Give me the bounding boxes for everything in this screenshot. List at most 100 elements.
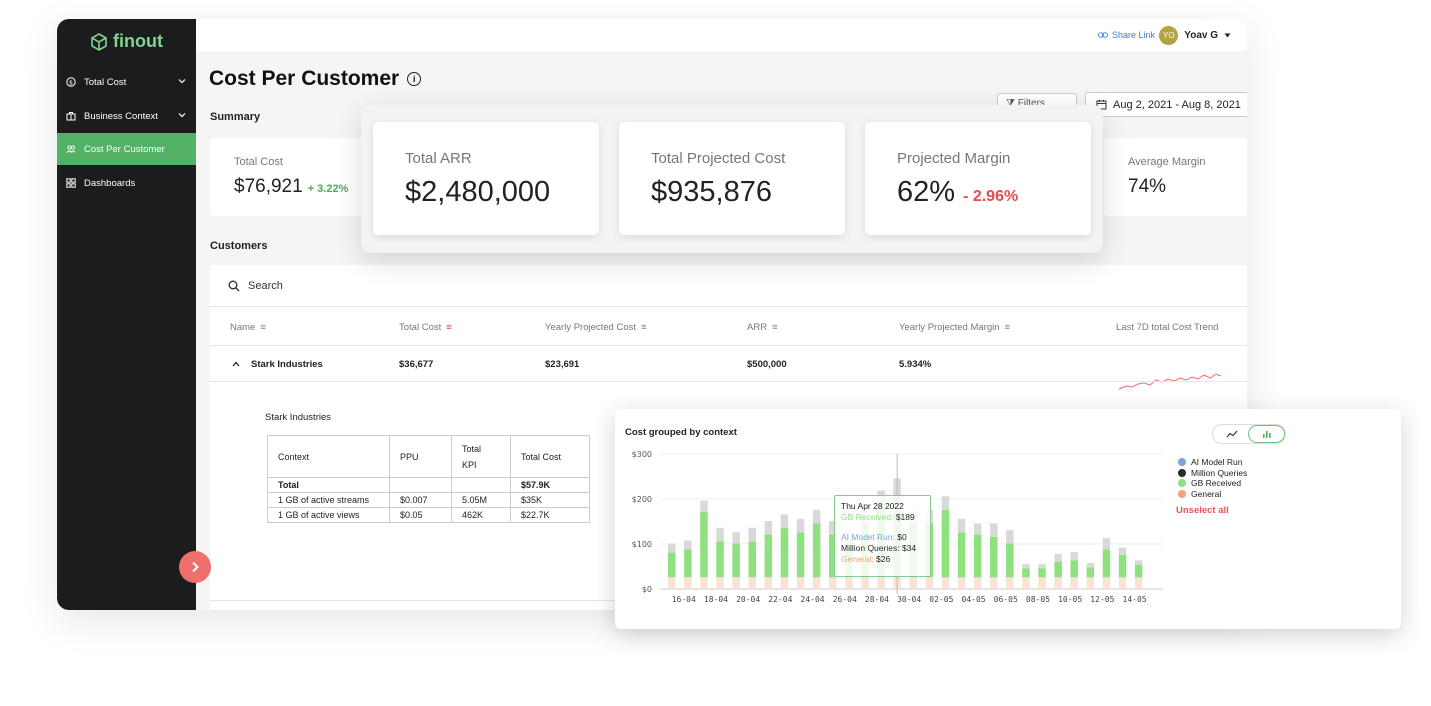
bar-million-queries: [668, 544, 676, 553]
x-tick-label: 16-04: [672, 595, 696, 604]
bar-general: [1006, 577, 1014, 589]
bar-million-queries: [716, 528, 724, 542]
info-icon[interactable]: i: [407, 72, 421, 86]
cell-yearly-projected-cost: $23,691: [545, 359, 579, 370]
bar-general: [797, 577, 805, 589]
bar-general: [861, 577, 869, 589]
column-header-total-cost[interactable]: Total Cost ≡: [399, 322, 452, 333]
column-header-yearly-projected-margin[interactable]: Yearly Projected Margin≡: [899, 322, 1010, 333]
bar-million-queries: [1087, 563, 1095, 568]
share-link-button[interactable]: Share Link: [1098, 30, 1155, 40]
line-chart-toggle[interactable]: [1213, 425, 1250, 443]
tooltip-row-gb-received: GB Received: $189: [841, 512, 924, 523]
bar-gb-received: [1135, 565, 1143, 578]
unselect-all-button[interactable]: Unselect all: [1176, 505, 1229, 516]
table-row: 1 GB of active views $0.05 462K $22.7K: [268, 508, 590, 523]
sidebar: finout $ Total Cost Business Context Cos…: [57, 19, 196, 610]
column-header-yearly-projected-cost[interactable]: Yearly Projected Cost≡: [545, 322, 647, 333]
cell-name: Stark Industries: [251, 359, 323, 370]
cost-by-context-chart-panel: Cost grouped by context $0$100$200$30016…: [615, 409, 1401, 629]
table-row: Total $57.9K: [268, 478, 590, 493]
chart-legend: AI Model Run Million Queries GB Received…: [1178, 457, 1247, 499]
projected-margin-value: 62%: [897, 176, 955, 209]
total-cost-change: + 3.22%: [308, 183, 349, 195]
cell: $22.7K: [511, 508, 590, 523]
cell: 462K: [452, 508, 511, 523]
caret-down-icon: [1224, 33, 1231, 38]
date-range-picker[interactable]: Aug 2, 2021 - Aug 8, 2021: [1085, 92, 1247, 117]
kpi-highlight-panel: Total ARR $2,480,000 Total Projected Cos…: [361, 105, 1103, 253]
chart-type-toggle[interactable]: [1212, 424, 1286, 444]
total-cost-value: $76,921: [234, 176, 303, 198]
sidebar-item-label: Business Context: [84, 111, 158, 122]
bar-million-queries: [765, 521, 773, 535]
bar-gb-received: [942, 510, 950, 578]
search-bar[interactable]: Search: [210, 265, 1247, 307]
bar-million-queries: [1135, 560, 1143, 565]
y-tick-label: $300: [632, 450, 652, 459]
column-header-arr[interactable]: ARR≡: [747, 322, 778, 333]
bar-gb-received: [797, 532, 805, 577]
tooltip-label: Million Queries:: [841, 543, 900, 553]
search-input[interactable]: Search: [248, 280, 283, 292]
bar-gb-received: [1119, 555, 1127, 578]
brand-logo[interactable]: finout: [89, 31, 163, 52]
x-tick-label: 04-05: [962, 595, 986, 604]
bar-gb-received: [1022, 568, 1029, 577]
chevron-down-icon[interactable]: [178, 111, 186, 119]
bar-chart-toggle[interactable]: [1248, 425, 1285, 443]
sidebar-item-total-cost[interactable]: $ Total Cost: [57, 66, 196, 98]
tooltip-label: GB Received:: [841, 512, 893, 522]
bar-million-queries: [1054, 554, 1062, 562]
bar-million-queries: [1022, 564, 1029, 569]
chevron-down-icon[interactable]: [178, 77, 186, 85]
users-icon: [66, 144, 76, 154]
projected-margin-value-row: 62% - 2.96%: [897, 176, 1018, 209]
legend-item-ai-model-run[interactable]: AI Model Run: [1178, 457, 1247, 468]
cell: $0.007: [390, 493, 452, 508]
bar-general: [765, 577, 773, 589]
link-icon: [1098, 32, 1108, 38]
bar-general: [1103, 577, 1111, 589]
sort-icon: ≡: [772, 322, 778, 333]
x-tick-label: 08-05: [1026, 595, 1050, 604]
legend-item-general[interactable]: General: [1178, 489, 1247, 500]
collapse-chevron-icon[interactable]: [232, 359, 240, 370]
bar-million-queries: [700, 501, 708, 512]
user-menu[interactable]: YO Yoav G: [1159, 26, 1231, 45]
context-header: Context: [268, 436, 390, 478]
column-header-label: Total Cost: [399, 322, 441, 333]
sidebar-item-business-context[interactable]: Business Context: [57, 100, 196, 132]
cell: 5.05M: [452, 493, 511, 508]
bar-gb-received: [684, 549, 692, 577]
average-margin-label: Average Margin: [1128, 156, 1205, 168]
projected-margin-card: Projected Margin 62% - 2.96%: [865, 122, 1091, 235]
page-title-text: Cost Per Customer: [209, 67, 399, 91]
context-table: Context PPU Total KPI Total Cost Total $…: [267, 435, 590, 523]
bar-chart-icon: [1262, 430, 1272, 438]
column-header-label: Name: [230, 322, 255, 333]
bar-general: [732, 577, 740, 589]
y-tick-label: $100: [632, 540, 652, 549]
legend-item-million-queries[interactable]: Million Queries: [1178, 468, 1247, 479]
x-tick-label: 18-04: [704, 595, 728, 604]
expand-sidebar-button[interactable]: [179, 551, 211, 583]
legend-item-gb-received[interactable]: GB Received: [1178, 478, 1247, 489]
x-tick-label: 14-05: [1123, 595, 1147, 604]
legend-swatch: [1178, 469, 1186, 477]
cube-icon: [89, 32, 109, 52]
divider: [210, 345, 1247, 346]
bar-million-queries: [958, 519, 966, 533]
sort-icon: ≡: [446, 322, 452, 333]
bar-gb-received: [668, 553, 676, 578]
total-kpi-header-label: Total KPI: [462, 441, 490, 473]
projected-margin-label: Projected Margin: [897, 150, 1010, 167]
column-header-name[interactable]: Name≡: [230, 322, 266, 333]
bar-general: [845, 577, 853, 589]
cell: $57.9K: [511, 478, 590, 493]
tooltip-row-general: General: $26: [841, 554, 924, 565]
sidebar-item-dashboards[interactable]: Dashboards: [57, 167, 196, 199]
bar-gb-received: [1087, 567, 1095, 577]
legend-label: Million Queries: [1191, 468, 1247, 478]
sidebar-item-cost-per-customer[interactable]: Cost Per Customer: [57, 133, 196, 165]
